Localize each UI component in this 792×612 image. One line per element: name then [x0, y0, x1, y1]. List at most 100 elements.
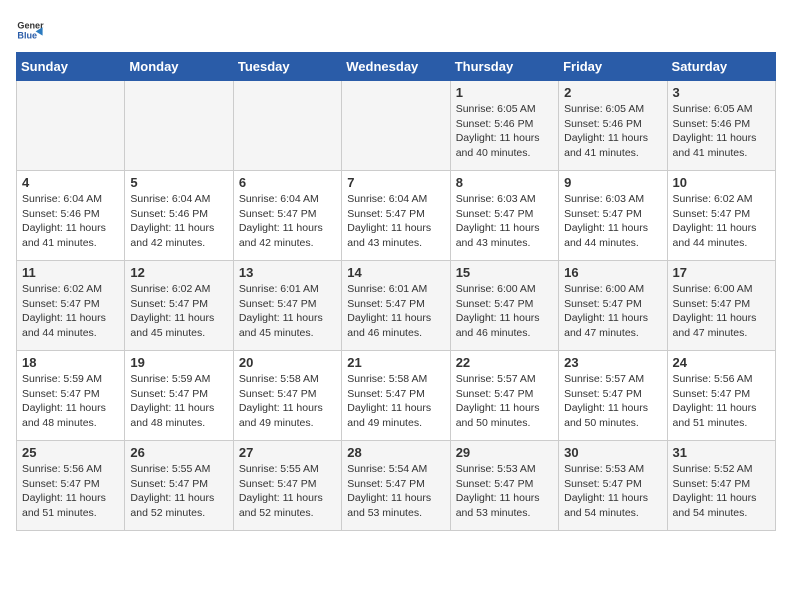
cell-info: Sunrise: 5:56 AM Sunset: 5:47 PM Dayligh…: [673, 372, 770, 431]
cell-info: Sunrise: 6:05 AM Sunset: 5:46 PM Dayligh…: [564, 102, 661, 161]
cell-info: Sunrise: 6:00 AM Sunset: 5:47 PM Dayligh…: [456, 282, 553, 341]
calendar-cell: 21Sunrise: 5:58 AM Sunset: 5:47 PM Dayli…: [342, 351, 450, 441]
cell-info: Sunrise: 6:01 AM Sunset: 5:47 PM Dayligh…: [239, 282, 336, 341]
day-header-monday: Monday: [125, 53, 233, 81]
day-number: 11: [22, 265, 119, 280]
cell-info: Sunrise: 6:05 AM Sunset: 5:46 PM Dayligh…: [456, 102, 553, 161]
day-header-wednesday: Wednesday: [342, 53, 450, 81]
calendar-cell: 25 Sunrise: 5:56 AM Sunset: 5:47 PM Dayli…: [17, 441, 125, 531]
day-number: 16: [564, 265, 661, 280]
calendar-cell: 4 Sunrise: 6:04 AM Sunset: 5:46 PM Daylig…: [17, 171, 125, 261]
calendar-cell: 23Sunrise: 5:57 AM Sunset: 5:47 PM Dayli…: [559, 351, 667, 441]
day-number: 18: [22, 355, 119, 370]
day-number: 10: [673, 175, 770, 190]
calendar-cell: [233, 81, 341, 171]
calendar-cell: [125, 81, 233, 171]
cell-info: Sunrise: 5:55 AM Sunset: 5:47 PM Dayligh…: [130, 462, 227, 521]
day-number: 23: [564, 355, 661, 370]
cell-info: Sunrise: 6:00 AM Sunset: 5:47 PM Dayligh…: [673, 282, 770, 341]
week-row-3: 11 Sunrise: 6:02 AM Sunset: 5:47 PM Dayli…: [17, 261, 776, 351]
cell-info: Sunrise: 5:57 AM Sunset: 5:47 PM Dayligh…: [456, 372, 553, 431]
calendar-cell: 3Sunrise: 6:05 AM Sunset: 5:46 PM Daylig…: [667, 81, 775, 171]
calendar-cell: 24 Sunrise: 5:56 AM Sunset: 5:47 PM Dayli…: [667, 351, 775, 441]
day-number: 4: [22, 175, 119, 190]
cell-info: Sunrise: 6:02 AM Sunset: 5:47 PM Dayligh…: [130, 282, 227, 341]
calendar-cell: 31 Sunrise: 5:52 AM Sunset: 5:47 PM Dayli…: [667, 441, 775, 531]
day-number: 2: [564, 85, 661, 100]
calendar-cell: 13 Sunrise: 6:01 AM Sunset: 5:47 PM Dayli…: [233, 261, 341, 351]
calendar-cell: 29 Sunrise: 5:53 AM Sunset: 5:47 PM Dayli…: [450, 441, 558, 531]
day-number: 20: [239, 355, 336, 370]
day-number: 25: [22, 445, 119, 460]
day-number: 3: [673, 85, 770, 100]
cell-info: Sunrise: 5:53 AM Sunset: 5:47 PM Dayligh…: [564, 462, 661, 521]
day-number: 15: [456, 265, 553, 280]
calendar-cell: 1 Sunrise: 6:05 AM Sunset: 5:46 PM Daylig…: [450, 81, 558, 171]
calendar-cell: 18 Sunrise: 5:59 AM Sunset: 5:47 PM Dayli…: [17, 351, 125, 441]
calendar-cell: 20 Sunrise: 5:58 AM Sunset: 5:47 PM Dayli…: [233, 351, 341, 441]
calendar-cell: 19Sunrise: 5:59 AM Sunset: 5:47 PM Dayli…: [125, 351, 233, 441]
cell-info: Sunrise: 5:58 AM Sunset: 5:47 PM Dayligh…: [239, 372, 336, 431]
week-row-5: 25 Sunrise: 5:56 AM Sunset: 5:47 PM Dayli…: [17, 441, 776, 531]
calendar-cell: 26 Sunrise: 5:55 AM Sunset: 5:47 PM Dayli…: [125, 441, 233, 531]
cell-info: Sunrise: 6:02 AM Sunset: 5:47 PM Dayligh…: [22, 282, 119, 341]
calendar-cell: 22 Sunrise: 5:57 AM Sunset: 5:47 PM Dayli…: [450, 351, 558, 441]
day-header-thursday: Thursday: [450, 53, 558, 81]
svg-text:Blue: Blue: [17, 30, 37, 40]
cell-info: Sunrise: 5:54 AM Sunset: 5:47 PM Dayligh…: [347, 462, 444, 521]
day-number: 14: [347, 265, 444, 280]
calendar-cell: 2 Sunrise: 6:05 AM Sunset: 5:46 PM Daylig…: [559, 81, 667, 171]
day-number: 17: [673, 265, 770, 280]
cell-info: Sunrise: 6:03 AM Sunset: 5:47 PM Dayligh…: [564, 192, 661, 251]
cell-info: Sunrise: 5:52 AM Sunset: 5:47 PM Dayligh…: [673, 462, 770, 521]
day-number: 6: [239, 175, 336, 190]
day-number: 7: [347, 175, 444, 190]
day-number: 22: [456, 355, 553, 370]
calendar-cell: 11 Sunrise: 6:02 AM Sunset: 5:47 PM Dayli…: [17, 261, 125, 351]
calendar-cell: [17, 81, 125, 171]
logo: General Blue: [16, 16, 44, 44]
logo-icon: General Blue: [16, 16, 44, 44]
day-number: 12: [130, 265, 227, 280]
day-number: 8: [456, 175, 553, 190]
day-number: 9: [564, 175, 661, 190]
calendar-cell: 6Sunrise: 6:04 AM Sunset: 5:47 PM Daylig…: [233, 171, 341, 261]
cell-info: Sunrise: 6:04 AM Sunset: 5:47 PM Dayligh…: [347, 192, 444, 251]
cell-info: Sunrise: 6:00 AM Sunset: 5:47 PM Dayligh…: [564, 282, 661, 341]
day-header-sunday: Sunday: [17, 53, 125, 81]
day-number: 21: [347, 355, 444, 370]
cell-info: Sunrise: 5:53 AM Sunset: 5:47 PM Dayligh…: [456, 462, 553, 521]
header: General Blue: [16, 16, 776, 44]
cell-info: Sunrise: 5:59 AM Sunset: 5:47 PM Dayligh…: [22, 372, 119, 431]
cell-info: Sunrise: 5:56 AM Sunset: 5:47 PM Dayligh…: [22, 462, 119, 521]
day-number: 29: [456, 445, 553, 460]
day-number: 27: [239, 445, 336, 460]
calendar-cell: 30 Sunrise: 5:53 AM Sunset: 5:47 PM Dayli…: [559, 441, 667, 531]
calendar-cell: 28 Sunrise: 5:54 AM Sunset: 5:47 PM Dayli…: [342, 441, 450, 531]
day-number: 26: [130, 445, 227, 460]
week-row-4: 18 Sunrise: 5:59 AM Sunset: 5:47 PM Dayli…: [17, 351, 776, 441]
cell-info: Sunrise: 6:01 AM Sunset: 5:47 PM Dayligh…: [347, 282, 444, 341]
week-row-2: 4 Sunrise: 6:04 AM Sunset: 5:46 PM Daylig…: [17, 171, 776, 261]
day-number: 1: [456, 85, 553, 100]
calendar-cell: 15 Sunrise: 6:00 AM Sunset: 5:47 PM Dayli…: [450, 261, 558, 351]
calendar-cell: 7 Sunrise: 6:04 AM Sunset: 5:47 PM Daylig…: [342, 171, 450, 261]
calendar-table: SundayMondayTuesdayWednesdayThursdayFrid…: [16, 52, 776, 531]
cell-info: Sunrise: 6:02 AM Sunset: 5:47 PM Dayligh…: [673, 192, 770, 251]
day-number: 19: [130, 355, 227, 370]
cell-info: Sunrise: 6:04 AM Sunset: 5:46 PM Dayligh…: [22, 192, 119, 251]
day-number: 30: [564, 445, 661, 460]
day-number: 13: [239, 265, 336, 280]
day-number: 28: [347, 445, 444, 460]
calendar-cell: 12 Sunrise: 6:02 AM Sunset: 5:47 PM Dayli…: [125, 261, 233, 351]
calendar-cell: 8Sunrise: 6:03 AM Sunset: 5:47 PM Daylig…: [450, 171, 558, 261]
cell-info: Sunrise: 6:04 AM Sunset: 5:46 PM Dayligh…: [130, 192, 227, 251]
calendar-cell: 10 Sunrise: 6:02 AM Sunset: 5:47 PM Dayli…: [667, 171, 775, 261]
calendar-cell: [342, 81, 450, 171]
calendar-cell: 16 Sunrise: 6:00 AM Sunset: 5:47 PM Dayli…: [559, 261, 667, 351]
day-number: 31: [673, 445, 770, 460]
day-header-friday: Friday: [559, 53, 667, 81]
day-number: 5: [130, 175, 227, 190]
calendar-cell: 9 Sunrise: 6:03 AM Sunset: 5:47 PM Daylig…: [559, 171, 667, 261]
day-number: 24: [673, 355, 770, 370]
